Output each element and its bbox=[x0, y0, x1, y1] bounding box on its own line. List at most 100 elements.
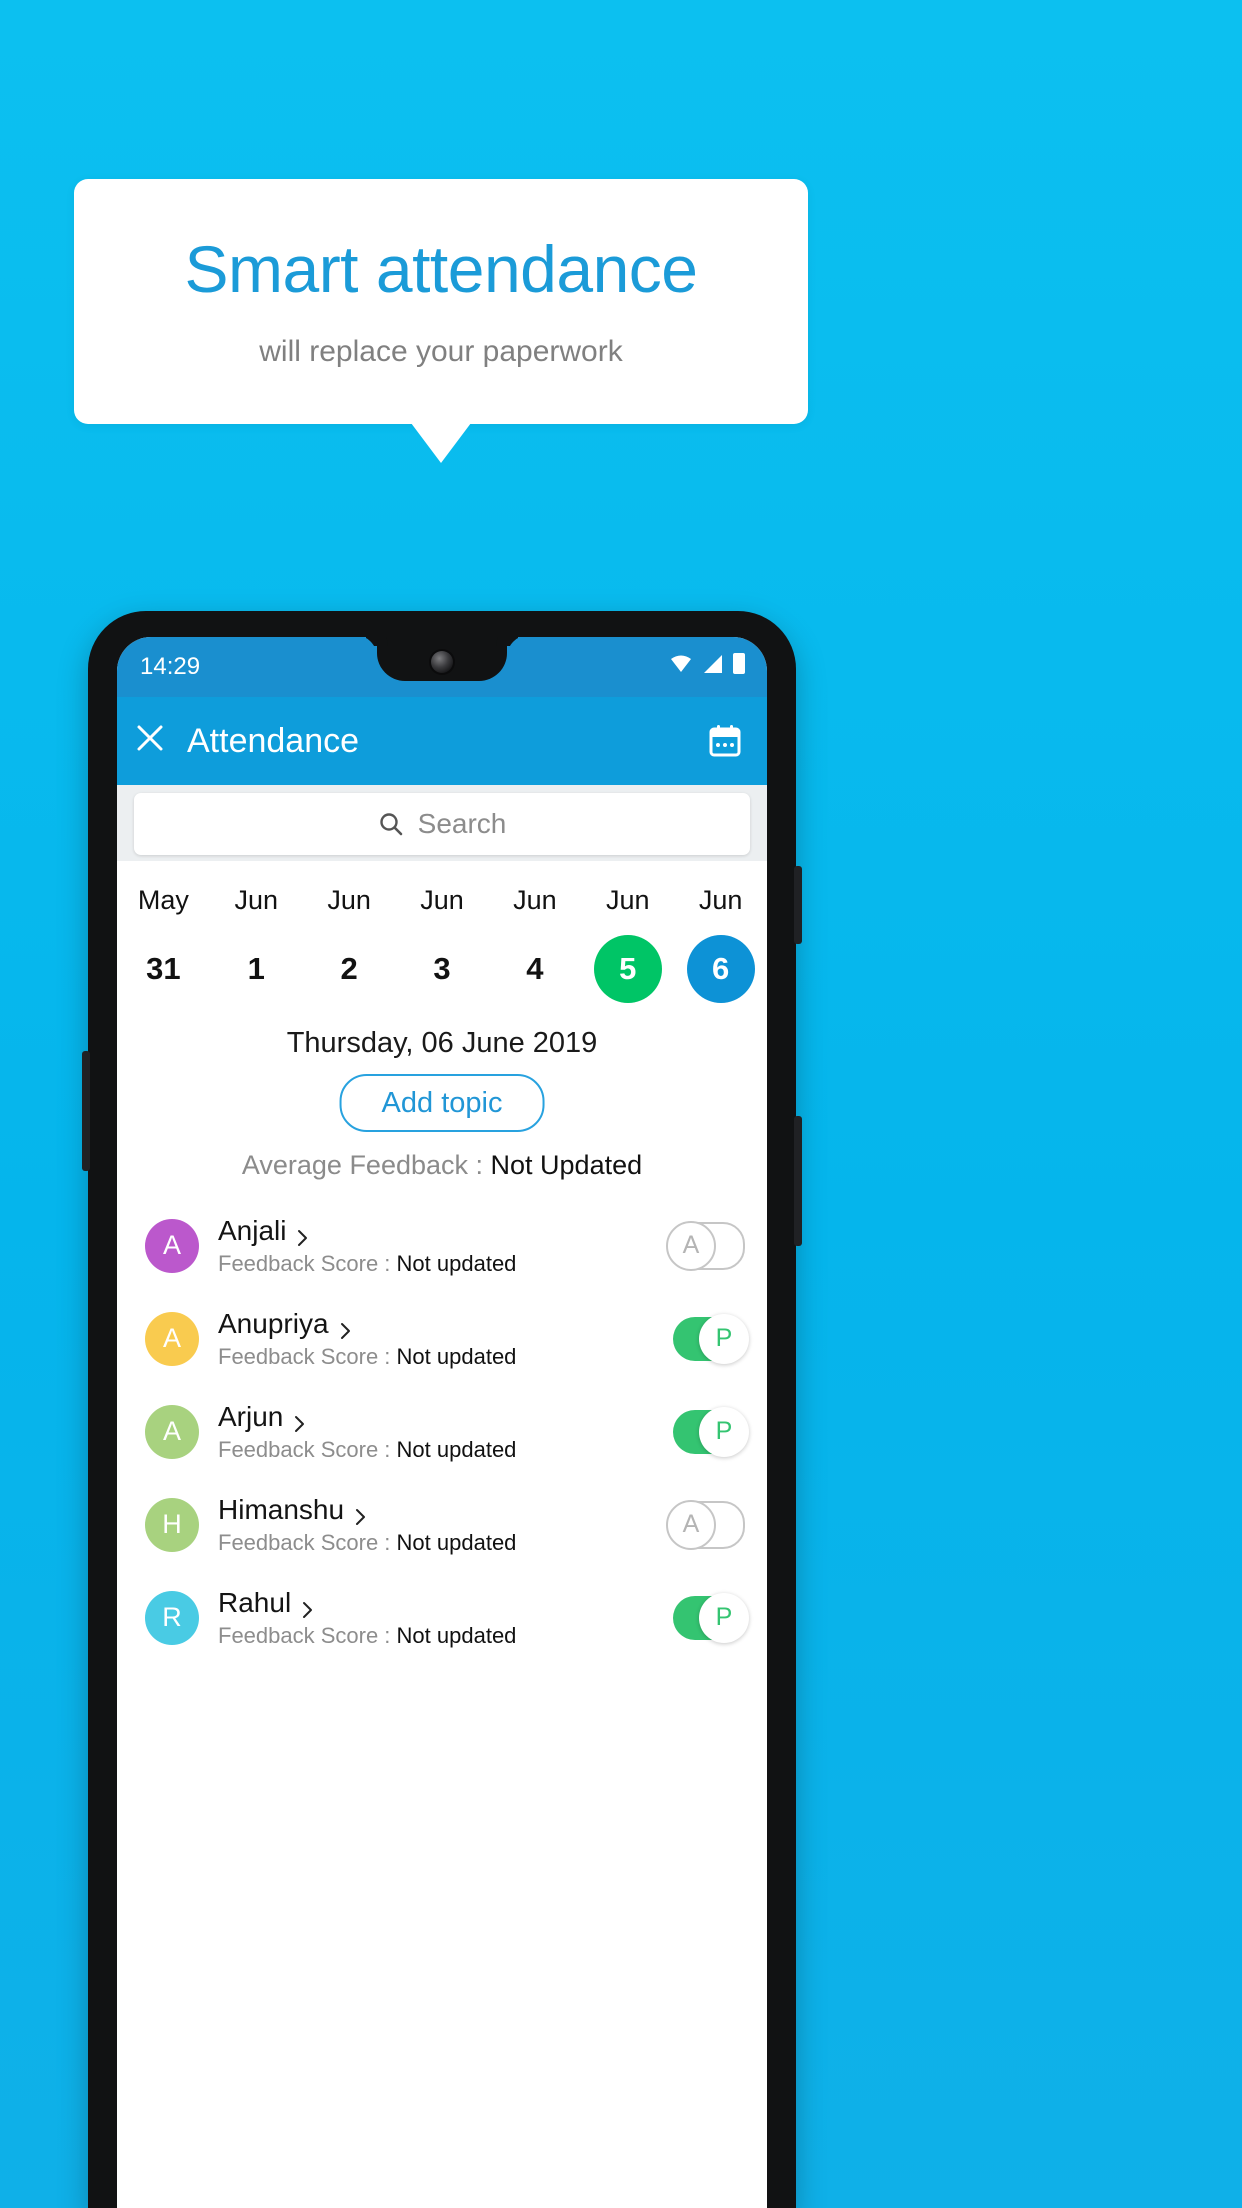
promo-background: Smart attendance will replace your paper… bbox=[0, 0, 1242, 2208]
avatar: A bbox=[145, 1218, 199, 1273]
status-clock: 14:29 bbox=[140, 653, 201, 680]
attendance-toggle-absent[interactable]: A bbox=[666, 1499, 745, 1550]
signal-icon bbox=[702, 654, 724, 674]
feedback-score-label: Feedback Score : bbox=[218, 1530, 397, 1555]
date-day: 1 bbox=[247, 951, 265, 986]
table-row[interactable]: R Rahul Feedback Score : Not updated P bbox=[117, 1571, 767, 1664]
feedback-score-value: Not updated bbox=[396, 1344, 517, 1369]
student-name: Rahul bbox=[218, 1587, 292, 1618]
feedback-score-value: Not updated bbox=[396, 1623, 517, 1648]
date-month: Jun bbox=[698, 885, 743, 915]
attendance-toggle-present[interactable]: P bbox=[673, 1592, 749, 1643]
date-day: 31 bbox=[146, 951, 181, 986]
date-month: Jun bbox=[327, 885, 371, 915]
attendance-toggle-knob: A bbox=[666, 1220, 716, 1271]
date-month: Jun bbox=[234, 885, 279, 915]
date-month: Jun bbox=[605, 885, 650, 915]
student-name-row[interactable]: Anjali bbox=[218, 1215, 669, 1246]
feedback-score: Feedback Score : Not updated bbox=[218, 1251, 669, 1276]
phone-mockup: 14:29 Attendance Search May 31 Jun 1 Jun… bbox=[82, 611, 802, 2208]
front-camera bbox=[431, 651, 453, 673]
battery-icon bbox=[733, 653, 745, 674]
phone-button-right-top bbox=[794, 866, 802, 944]
date-cell-0[interactable]: May 31 bbox=[117, 861, 210, 1026]
feedback-score-value: Not updated bbox=[396, 1530, 517, 1555]
feedback-score-label: Feedback Score : bbox=[218, 1344, 397, 1369]
attendance-toggle-knob: P bbox=[699, 1313, 749, 1364]
average-feedback-label: Average Feedback : bbox=[241, 1150, 491, 1180]
student-name: Arjun bbox=[218, 1401, 284, 1432]
wifi-icon bbox=[669, 654, 693, 674]
date-cell-6[interactable]: Jun 6 bbox=[674, 861, 767, 1026]
student-name: Himanshu bbox=[218, 1494, 345, 1525]
avatar: R bbox=[145, 1590, 199, 1645]
search-input[interactable]: Search bbox=[134, 793, 750, 855]
avatar: A bbox=[145, 1404, 199, 1459]
feedback-score: Feedback Score : Not updated bbox=[218, 1344, 673, 1369]
selected-full-date: Thursday, 06 June 2019 bbox=[286, 1027, 598, 1059]
student-list: A Anjali Feedback Score : Not updated A … bbox=[117, 1199, 767, 1664]
feedback-score-label: Feedback Score : bbox=[218, 1251, 397, 1276]
chevron-right-icon bbox=[297, 1222, 309, 1246]
search-icon bbox=[378, 811, 404, 837]
attendance-toggle-present[interactable]: P bbox=[673, 1313, 749, 1364]
search-bar-container: Search bbox=[117, 785, 767, 861]
average-feedback: Average Feedback : Not Updated bbox=[117, 1150, 767, 1181]
attendance-toggle-knob: P bbox=[699, 1406, 749, 1457]
date-cell-2[interactable]: Jun 2 bbox=[303, 861, 396, 1026]
date-strip[interactable]: May 31 Jun 1 Jun 2 Jun 3 Jun 4 Jun 5 Jun… bbox=[117, 861, 767, 1026]
date-cell-3[interactable]: Jun 3 bbox=[396, 861, 489, 1026]
promo-card: Smart attendance will replace your paper… bbox=[74, 179, 808, 424]
avatar: A bbox=[145, 1311, 199, 1366]
feedback-score: Feedback Score : Not updated bbox=[218, 1530, 669, 1555]
chevron-right-icon bbox=[355, 1501, 367, 1525]
date-day-selected: 5 bbox=[593, 935, 662, 1003]
phone-button-left bbox=[82, 1051, 90, 1171]
chevron-right-icon bbox=[294, 1408, 306, 1432]
student-name-row[interactable]: Himanshu bbox=[218, 1494, 669, 1525]
attendance-toggle-knob: P bbox=[699, 1592, 749, 1643]
feedback-score-value: Not updated bbox=[396, 1251, 517, 1276]
chevron-right-icon bbox=[340, 1315, 352, 1339]
phone-button-right-bottom bbox=[794, 1116, 802, 1246]
date-cell-4[interactable]: Jun 4 bbox=[488, 861, 581, 1026]
search-placeholder: Search bbox=[417, 808, 507, 839]
feedback-score-value: Not updated bbox=[396, 1437, 517, 1462]
date-month: Jun bbox=[420, 885, 464, 915]
add-topic-button[interactable]: Add topic bbox=[339, 1074, 545, 1132]
date-day-today: 6 bbox=[686, 935, 755, 1003]
status-bar: 14:29 bbox=[117, 637, 767, 697]
attendance-toggle-present[interactable]: P bbox=[673, 1406, 749, 1457]
date-day: 4 bbox=[526, 951, 544, 986]
date-month: May bbox=[137, 885, 189, 915]
avatar: H bbox=[145, 1497, 199, 1552]
date-cell-1[interactable]: Jun 1 bbox=[210, 861, 303, 1026]
student-name: Anjali bbox=[218, 1215, 287, 1246]
date-day: 3 bbox=[433, 951, 451, 986]
feedback-score: Feedback Score : Not updated bbox=[218, 1623, 673, 1648]
date-cell-5[interactable]: Jun 5 bbox=[581, 861, 674, 1026]
feedback-score-label: Feedback Score : bbox=[218, 1623, 397, 1648]
phone-screen: 14:29 Attendance Search May 31 Jun 1 Jun… bbox=[117, 637, 767, 2208]
table-row[interactable]: A Arjun Feedback Score : Not updated P bbox=[117, 1385, 767, 1478]
date-month: Jun bbox=[513, 885, 557, 915]
student-name-row[interactable]: Anupriya bbox=[218, 1308, 673, 1339]
student-name-row[interactable]: Rahul bbox=[218, 1587, 673, 1618]
app-bar: Attendance bbox=[117, 697, 767, 785]
table-row[interactable]: A Anupriya Feedback Score : Not updated bbox=[117, 1292, 767, 1385]
feedback-score-label: Feedback Score : bbox=[218, 1437, 397, 1462]
student-name: Anupriya bbox=[218, 1308, 329, 1339]
table-row[interactable]: A Anjali Feedback Score : Not updated A bbox=[117, 1199, 767, 1292]
date-day: 2 bbox=[340, 951, 358, 986]
speech-bubble-tail bbox=[411, 423, 471, 463]
student-name-row[interactable]: Arjun bbox=[218, 1401, 673, 1432]
table-row[interactable]: H Himanshu Feedback Score : Not updated bbox=[117, 1478, 767, 1571]
close-icon[interactable] bbox=[117, 722, 183, 760]
feedback-score: Feedback Score : Not updated bbox=[218, 1437, 673, 1462]
average-feedback-value: Not Updated bbox=[490, 1150, 643, 1180]
chevron-right-icon bbox=[302, 1594, 314, 1618]
page-title: Attendance bbox=[187, 721, 360, 760]
attendance-toggle-absent[interactable]: A bbox=[666, 1220, 745, 1271]
calendar-icon[interactable] bbox=[707, 723, 743, 759]
status-icon-group bbox=[669, 653, 745, 674]
